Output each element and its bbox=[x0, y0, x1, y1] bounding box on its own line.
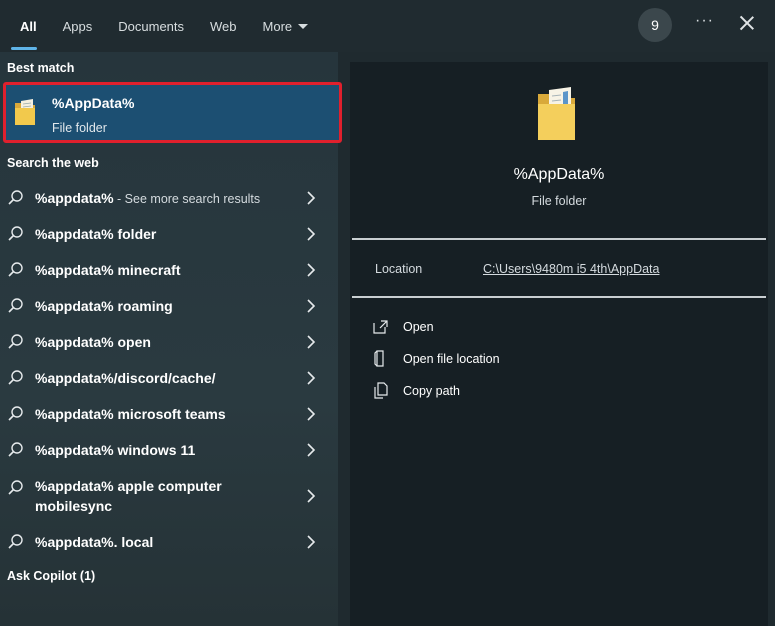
divider bbox=[352, 296, 766, 298]
results-pane: Best match %AppData% File folder Search … bbox=[0, 52, 342, 626]
tab-all-label: All bbox=[20, 18, 37, 34]
folder-icon bbox=[538, 87, 575, 140]
divider bbox=[352, 238, 766, 240]
chevron-right-icon bbox=[307, 299, 316, 313]
web-result[interactable]: %appdata% apple computer mobilesync bbox=[0, 470, 338, 522]
tab-web-label: Web bbox=[210, 18, 237, 34]
web-result[interactable]: %appdata% open bbox=[0, 324, 338, 360]
close-icon[interactable] bbox=[737, 12, 757, 34]
search-web-heading: Search the web bbox=[7, 156, 99, 170]
folder-icon bbox=[15, 99, 35, 125]
copy-path-action[interactable]: Copy path bbox=[372, 380, 460, 402]
copy-path-label: Copy path bbox=[403, 384, 460, 398]
open-icon bbox=[373, 320, 388, 334]
chevron-right-icon bbox=[307, 489, 316, 503]
open-action[interactable]: Open bbox=[372, 316, 434, 338]
open-action-label: Open bbox=[403, 320, 434, 334]
tab-more[interactable]: More bbox=[250, 0, 322, 52]
web-result-text: %appdata% roaming bbox=[35, 298, 173, 314]
chevron-right-icon bbox=[307, 371, 316, 385]
best-match-heading: Best match bbox=[7, 61, 75, 75]
search-icon bbox=[8, 190, 23, 205]
open-file-location-action[interactable]: Open file location bbox=[372, 348, 500, 370]
best-match-item[interactable]: %AppData% File folder bbox=[3, 82, 342, 143]
web-result[interactable]: %appdata% minecraft bbox=[0, 252, 338, 288]
web-result-query: %appdata% bbox=[35, 189, 114, 206]
web-result-suffix: - See more search results bbox=[113, 191, 261, 206]
search-icon bbox=[8, 370, 23, 385]
tab-more-label: More bbox=[262, 18, 293, 34]
copy-path-icon bbox=[374, 382, 388, 399]
search-icon bbox=[8, 442, 23, 457]
tab-documents[interactable]: Documents bbox=[105, 0, 197, 52]
chevron-right-icon bbox=[307, 535, 316, 549]
web-result[interactable]: %appdata% microsoft teams bbox=[0, 396, 338, 432]
search-icon bbox=[8, 298, 23, 313]
web-result-text: %appdata% - See more search results bbox=[35, 188, 295, 209]
tab-documents-label: Documents bbox=[118, 18, 185, 34]
web-result[interactable]: %appdata% windows 11 bbox=[0, 432, 338, 468]
web-result-text: %appdata% windows 11 bbox=[35, 442, 196, 458]
preview-pane: %AppData% File folder Location C:\Users\… bbox=[350, 62, 768, 626]
web-result[interactable]: %appdata%/discord/cache/ bbox=[0, 360, 338, 396]
chevron-right-icon bbox=[307, 227, 316, 241]
chevron-right-icon bbox=[307, 335, 316, 349]
chevron-right-icon bbox=[307, 407, 316, 421]
tab-all[interactable]: All bbox=[0, 0, 50, 52]
search-icon bbox=[8, 534, 23, 549]
web-result-text: %appdata% folder bbox=[35, 226, 157, 242]
best-match-subtitle: File folder bbox=[52, 121, 107, 135]
search-icon bbox=[8, 334, 23, 349]
web-result-text: %appdata% microsoft teams bbox=[35, 406, 226, 422]
web-result[interactable]: %appdata% roaming bbox=[0, 288, 338, 324]
best-match-title: %AppData% bbox=[52, 95, 135, 111]
file-location-icon bbox=[374, 350, 384, 367]
web-result-text: %appdata% minecraft bbox=[35, 262, 181, 278]
search-icon bbox=[8, 406, 23, 421]
web-result-text: %appdata%. local bbox=[35, 534, 154, 550]
tab-web[interactable]: Web bbox=[197, 0, 250, 52]
web-result[interactable]: %appdata%. local bbox=[0, 524, 338, 560]
tab-apps[interactable]: Apps bbox=[50, 0, 106, 52]
web-result-text: %appdata% apple computer mobilesync bbox=[35, 478, 222, 514]
search-icon bbox=[8, 226, 23, 241]
web-result-text: %appdata% open bbox=[35, 334, 151, 350]
more-options-icon[interactable]: ··· bbox=[695, 12, 714, 30]
tab-apps-label: Apps bbox=[62, 18, 93, 34]
preview-subtitle: File folder bbox=[531, 194, 587, 208]
web-result[interactable]: %appdata% folder bbox=[0, 216, 338, 252]
location-label: Location bbox=[375, 262, 423, 276]
web-result[interactable]: %appdata% - See more search results bbox=[0, 180, 338, 216]
chevron-right-icon bbox=[307, 443, 316, 457]
search-icon bbox=[8, 262, 23, 277]
location-path-link[interactable]: C:\Users\9480m i5 4th\AppData bbox=[483, 262, 659, 276]
search-tabs-bar: All Apps Documents Web More 9 ··· bbox=[0, 0, 775, 52]
rewards-badge[interactable]: 9 bbox=[638, 8, 672, 42]
chevron-right-icon bbox=[307, 191, 316, 205]
open-file-location-label: Open file location bbox=[403, 352, 500, 366]
chevron-down-icon bbox=[298, 23, 309, 29]
search-icon bbox=[8, 480, 23, 495]
preview-title: %AppData% bbox=[513, 166, 605, 183]
web-result-text: %appdata%/discord/cache/ bbox=[35, 370, 216, 386]
chevron-right-icon bbox=[307, 263, 316, 277]
ask-copilot-heading[interactable]: Ask Copilot (1) bbox=[7, 569, 95, 583]
